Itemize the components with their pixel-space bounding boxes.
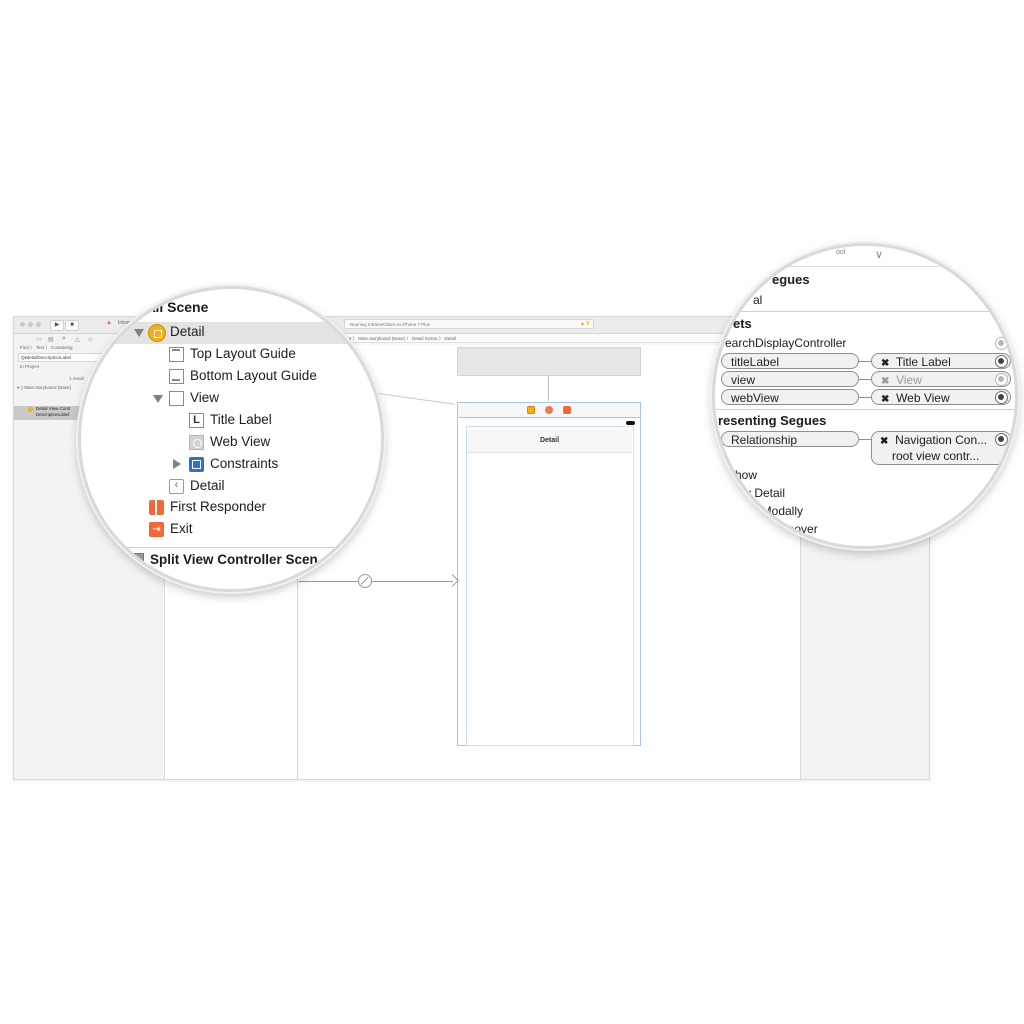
- scene-dock: [457, 402, 641, 418]
- result-file-row[interactable]: ▾ ▯ Main.storyboard (Base): [17, 385, 71, 391]
- view-icon: [169, 391, 184, 406]
- relationship-target-line2: root view contr...: [892, 449, 980, 463]
- outline-item-exit[interactable]: Exit: [170, 521, 193, 536]
- connected-circle-icon[interactable]: [995, 355, 1008, 368]
- segue-item-manual[interactable]: al: [753, 293, 762, 307]
- relationship-line: [548, 375, 549, 401]
- relationship-target-line1: ✖ Navigation Con...: [880, 433, 988, 447]
- close-window-button[interactable]: [20, 322, 25, 327]
- outline-item-constraints[interactable]: Constraints: [210, 456, 278, 471]
- outline-item-navigation-item[interactable]: Detail: [190, 478, 225, 493]
- outline-label: Detail: [170, 324, 205, 339]
- folder-icon[interactable]: ▭: [36, 336, 42, 343]
- outlet-web-view[interactable]: webView: [721, 389, 859, 405]
- connected-circle-icon[interactable]: [995, 391, 1008, 404]
- split-view-icon: [129, 553, 144, 568]
- scene-header: tail Scene: [143, 299, 209, 315]
- segue-show-detail[interactable]: y Detail: [745, 486, 785, 500]
- outline-item-first-responder[interactable]: First Responder: [170, 499, 266, 514]
- outlet-target-view[interactable]: ✖ View: [871, 371, 1011, 387]
- connection-line: [859, 361, 871, 362]
- disconnect-icon[interactable]: ✖: [881, 376, 889, 386]
- battery-icon: [626, 421, 635, 425]
- activity-status: Running IntranetClient on iPhone 7 Plus: [344, 319, 594, 329]
- outline-item-bottom-layout-guide[interactable]: Bottom Layout Guide: [190, 368, 317, 383]
- disclosure-open-icon[interactable]: [153, 395, 163, 403]
- find-icon[interactable]: ⌕: [62, 335, 66, 343]
- label-icon: L: [189, 413, 204, 428]
- relationship-segue[interactable]: Relationship: [721, 431, 859, 447]
- symbol-icon[interactable]: ▤: [48, 336, 54, 343]
- segue-line: [299, 581, 453, 582]
- connected-circle-icon[interactable]: [995, 373, 1008, 386]
- divider: [715, 409, 1015, 410]
- outline-scene-split-view[interactable]: Split View Controller Scen: [150, 552, 318, 567]
- minimize-window-button[interactable]: [28, 322, 33, 327]
- outline-item-view[interactable]: View: [190, 390, 219, 405]
- outline-magnifier: tail Scene Detail Top Layout Guide Botto…: [78, 286, 384, 592]
- disconnect-icon[interactable]: ✖: [880, 436, 888, 447]
- outlet-target-web-view[interactable]: ✖ Web View: [871, 389, 1011, 405]
- web-view-icon: [189, 435, 204, 450]
- layout-guide-icon: [169, 347, 184, 362]
- view-controller-icon: [28, 407, 33, 412]
- connection-line: [859, 397, 871, 398]
- outlet-view[interactable]: view: [721, 371, 859, 387]
- zoom-window-button[interactable]: [36, 322, 41, 327]
- disconnect-icon[interactable]: ✖: [881, 394, 889, 404]
- issue-icon[interactable]: △: [75, 336, 80, 343]
- triggered-segues-header: egues: [772, 272, 810, 287]
- relationship-target[interactable]: ✖ Navigation Con... root view contr...: [871, 431, 1011, 465]
- run-button[interactable]: ▶: [50, 320, 64, 331]
- exit-icon: ⇥: [149, 522, 164, 537]
- connect-circle-icon[interactable]: [995, 337, 1008, 350]
- split-view-scene-preview[interactable]: [457, 347, 641, 376]
- outline-item-web-view[interactable]: Web View: [210, 434, 270, 449]
- segue-show[interactable]: how: [735, 468, 757, 482]
- view-controller-icon: [148, 324, 166, 342]
- segue-icon[interactable]: [358, 574, 372, 588]
- find-mode-bar[interactable]: Find 〉 Text 〉 Containing: [20, 345, 73, 351]
- inspector-tab-text: ool: [836, 249, 846, 256]
- outlets-header: ets: [733, 316, 752, 331]
- navigation-bar-title[interactable]: Detail: [467, 430, 632, 453]
- result-line: Detail View Contr: [36, 406, 71, 411]
- result-match: DescriptionLabel: [36, 412, 70, 417]
- outlet-target-title-label[interactable]: ✖ Title Label: [871, 353, 1011, 369]
- outline-item-detail-controller[interactable]: Detail: [81, 322, 381, 344]
- constraints-icon: [189, 457, 204, 472]
- outlet-search-display-controller[interactable]: earchDisplayController: [725, 336, 846, 350]
- divider: [81, 547, 381, 548]
- navigation-item-icon: ‹: [169, 479, 184, 494]
- outline-item-title-label[interactable]: Title Label: [210, 412, 272, 427]
- find-search-field[interactable]: Q▾detailDescriptionLabel: [18, 353, 106, 362]
- disclosure-open-icon[interactable]: [134, 329, 144, 337]
- web-view-frame[interactable]: [466, 426, 634, 746]
- chevron-down-icon[interactable]: ∨: [875, 248, 883, 261]
- first-responder-icon: [149, 500, 164, 515]
- presenting-segues-header: resenting Segues: [718, 413, 827, 428]
- first-responder-icon[interactable]: [545, 406, 553, 414]
- stop-button[interactable]: ■: [65, 320, 79, 331]
- warning-badge[interactable]: ▲ 9: [580, 321, 589, 327]
- exit-icon[interactable]: [563, 406, 571, 414]
- outlet-title-label[interactable]: titleLabel: [721, 353, 859, 369]
- segue-present-popover[interactable]: Popover: [773, 522, 818, 536]
- view-controller-icon[interactable]: [527, 406, 535, 414]
- connected-circle-icon[interactable]: [995, 433, 1008, 446]
- disconnect-icon[interactable]: ✖: [881, 358, 889, 368]
- detail-scene-device[interactable]: Detail: [457, 417, 641, 746]
- result-count: 1 result: [69, 376, 84, 381]
- layout-guide-icon: [169, 369, 184, 384]
- segue-present-modally[interactable]: t Modally: [755, 504, 803, 518]
- disclosure-closed-icon[interactable]: [173, 459, 181, 469]
- outline-item-top-layout-guide[interactable]: Top Layout Guide: [190, 346, 296, 361]
- divider: [715, 266, 1015, 267]
- divider: [715, 311, 1015, 312]
- connection-line: [859, 439, 871, 440]
- connections-magnifier: ool ∨ egues al ets earchDisplayControlle…: [712, 243, 1018, 549]
- scope-label[interactable]: In Project: [20, 364, 39, 369]
- connection-line: [859, 379, 871, 380]
